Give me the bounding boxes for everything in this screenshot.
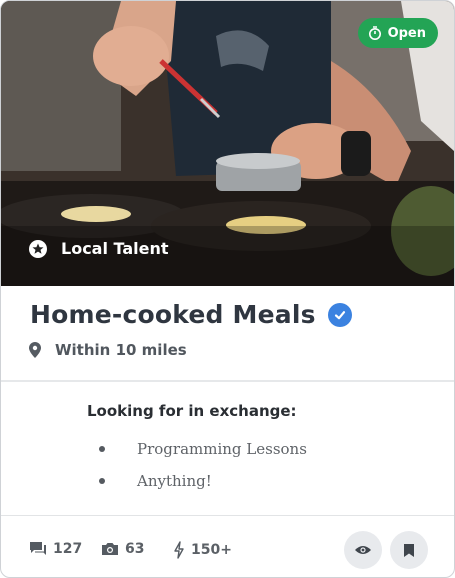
camera-icon — [102, 543, 118, 555]
star-icon — [29, 239, 47, 258]
location-text: Within 10 miles — [55, 341, 187, 359]
lightning-icon — [174, 541, 184, 559]
photos-stat[interactable]: 63 — [101, 541, 144, 557]
list-item: Anything! — [99, 465, 307, 497]
listing-title[interactable]: Home-cooked Meals — [30, 300, 316, 329]
activity-count: 150+ — [191, 542, 232, 558]
listing-card[interactable]: Open Local Talent Home-cooked Meals With… — [0, 0, 455, 578]
map-pin-icon — [29, 342, 41, 358]
status-badge: Open — [357, 18, 438, 48]
photos-count: 63 — [125, 541, 145, 557]
bullet-icon — [99, 446, 105, 452]
bookmark-icon — [404, 543, 414, 557]
exchange-item-label: Programming Lessons — [137, 440, 307, 458]
comments-count: 127 — [53, 541, 83, 557]
local-talent-tag: Local Talent — [29, 239, 169, 258]
hero-image: Open Local Talent — [1, 1, 454, 286]
title-row: Home-cooked Meals — [30, 300, 352, 329]
view-button[interactable] — [344, 531, 382, 569]
divider — [1, 380, 454, 382]
exchange-heading: Looking for in exchange: — [87, 402, 297, 420]
local-talent-label: Local Talent — [61, 239, 169, 258]
activity-stat[interactable]: 150+ — [173, 541, 232, 559]
bookmark-button[interactable] — [390, 531, 428, 569]
eye-icon — [355, 546, 371, 554]
exchange-item-label: Anything! — [137, 472, 212, 490]
comment-icon — [30, 542, 46, 555]
check-badge-icon — [327, 302, 352, 327]
timer-icon — [368, 26, 381, 40]
bullet-icon — [99, 478, 105, 484]
location-row: Within 10 miles — [29, 341, 187, 359]
comments-stat[interactable]: 127 — [29, 541, 82, 557]
list-item: Programming Lessons — [99, 433, 307, 465]
exchange-list: Programming Lessons Anything! — [99, 433, 307, 497]
status-badge-label: Open — [387, 25, 426, 41]
divider — [1, 515, 454, 516]
